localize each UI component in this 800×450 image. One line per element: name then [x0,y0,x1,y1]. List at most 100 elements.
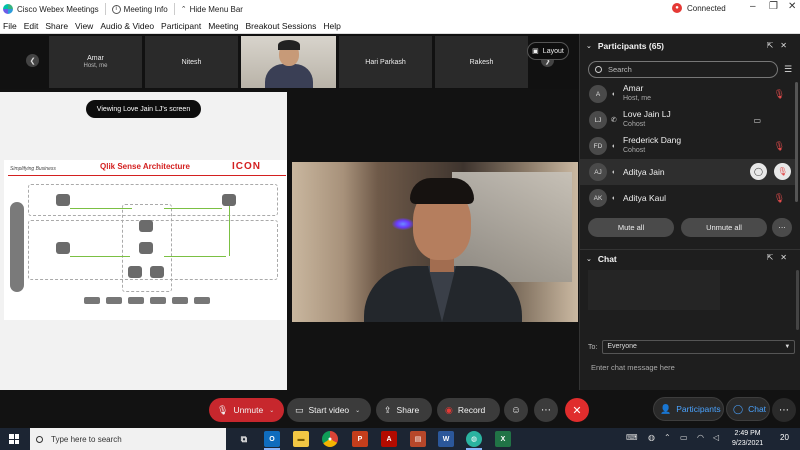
hide-menu-bar-button[interactable]: ⌃ Hide Menu Bar [181,5,243,14]
record-icon: ◉ [445,404,453,415]
reactions-button[interactable]: ☺ [504,398,528,422]
mute-all-button[interactable]: Mute all [588,218,674,237]
strip-prev-icon[interactable]: ❮ [26,54,39,67]
more-participant-options-button[interactable]: ⋯ [772,218,792,237]
chat-recipient-select[interactable]: Everyone ▼ [602,340,796,354]
muted-mic-icon[interactable]: 🎙 [774,141,785,152]
file-explorer-icon[interactable]: ▬ [293,431,309,447]
leave-meeting-button[interactable]: ✕ [565,398,589,422]
network-icon[interactable]: ▭ [680,433,688,442]
sort-filter-icon[interactable]: ☰ [784,64,792,75]
more-options-button[interactable]: ⋯ [534,398,558,422]
avatar: FD [589,137,607,155]
wifi-icon[interactable]: ◠ [697,433,704,442]
share-icon: ⇪ [384,404,392,415]
chat-popout-close-icons[interactable]: ⇱✕ [767,253,794,262]
video-tile-rakesh[interactable]: Rakesh [435,36,528,88]
layout-label: Layout [542,47,564,55]
taskbar-search-input[interactable]: Type here to search [30,428,226,450]
title-separator [173,3,175,15]
menu-file[interactable]: File [3,21,17,31]
participant-name: Love Jain LJ [623,109,671,119]
minimize-icon[interactable]: – [750,1,756,12]
layout-button[interactable]: ▣ Layout [527,42,569,60]
collapse-chat-icon[interactable]: ⌄ [586,255,592,263]
notification-center-icon[interactable]: 20 [780,433,789,442]
collapse-participants-icon[interactable]: ⌄ [586,42,592,50]
participant-row[interactable]: A ◖ Amar Host, me 🎙 [580,81,795,107]
word-icon[interactable]: W [438,431,454,447]
video-tile-camera-thumbnail[interactable] [241,36,336,88]
participants-popout-close-icons[interactable]: ⇱✕ [767,41,794,50]
avatar: AJ [589,163,607,181]
video-tile-amar[interactable]: Amar Host, me [49,36,142,88]
participant-role: Cohost [623,147,646,154]
maximize-icon[interactable]: ❐ [769,1,778,12]
chevron-down-icon[interactable]: ⌄ [355,407,360,414]
video-tile-nitesh[interactable]: Nitesh [145,36,238,88]
muted-mic-icon[interactable]: 🎙 [774,89,785,100]
menu-view[interactable]: View [75,21,93,31]
share-button[interactable]: ⇪ Share [376,398,432,422]
active-speaker-video[interactable] [292,162,578,322]
diagram-node-developer [222,194,236,206]
chat-scrollbar[interactable] [796,270,799,330]
acrobat-icon[interactable]: A [381,431,397,447]
menu-help[interactable]: Help [323,21,340,31]
chevron-up-icon[interactable]: ⌃ [664,433,671,442]
people-icon: 👤 [660,403,672,414]
menu-participant[interactable]: Participant [161,21,201,31]
participant-row[interactable]: LJ ✆ Love Jain LJ Cohost ▭ [580,107,795,133]
chat-message-input[interactable]: Enter chat message here [591,363,675,372]
menu-breakout-sessions[interactable]: Breakout Sessions [245,21,316,31]
unmute-all-button[interactable]: Unmute all [681,218,767,237]
clock-time: 2:49 PM [734,430,761,437]
task-view-icon[interactable]: ⧉ [236,431,252,447]
computer-audio-icon: ◖ [611,142,616,150]
chat-bubble-icon[interactable]: ◯ [750,163,767,180]
muted-mic-icon[interactable]: 🎙 [774,193,785,204]
participants-search-input[interactable]: Search [588,61,778,78]
chat-icon: ◯ [733,403,744,414]
webex-logo-icon [3,4,13,14]
webex-taskbar-icon[interactable]: ◍ [466,431,482,447]
unmute-button[interactable]: 🎙 Unmute ⌄ [209,398,284,422]
person-hair [278,40,300,50]
meeting-info-button[interactable]: i Meeting Info [111,4,168,14]
excel-icon[interactable]: X [495,431,511,447]
menu-audio-video[interactable]: Audio & Video [100,21,154,31]
menu-edit[interactable]: Edit [24,21,39,31]
diagram-connector [229,206,230,256]
webex-tray-icon[interactable]: ◍ [648,433,655,442]
windows-start-icon[interactable] [9,434,19,444]
menu-meeting[interactable]: Meeting [208,21,238,31]
taskbar-clock[interactable]: 2:49 PM 9/23/2021 [732,429,763,449]
participant-row[interactable]: FD ◖ Frederick Dang Cohost 🎙 [580,133,795,159]
record-button[interactable]: ◉ Record [437,398,500,422]
chat-panel-button[interactable]: ◯ Chat [726,397,770,421]
participant-row[interactable]: AK ◖ Aditya Kaul 🎙 [580,185,795,211]
participants-panel-button[interactable]: 👤 Participants [653,397,724,421]
powerpoint-file-icon[interactable]: ▤ [410,431,426,447]
more-panels-button[interactable]: ⋯ [772,398,796,422]
powerpoint-icon[interactable]: P [352,431,368,447]
meeting-info-label: Meeting Info [123,4,168,14]
chevron-down-icon[interactable]: ⌄ [269,407,274,414]
person-body [265,64,313,88]
app-title-group: Cisco Webex Meetings [0,4,99,14]
close-window-icon[interactable]: ✕ [788,1,796,12]
video-tile-hari-parkash[interactable]: Hari Parkash [339,36,432,88]
muted-mic-icon[interactable]: 🎙 [774,163,791,180]
chrome-icon[interactable]: ● [322,431,338,447]
keyboard-icon[interactable]: ⌨ [626,433,638,442]
start-video-label: Start video [308,405,350,415]
slide-sidebar-graphic [10,202,24,292]
connection-status[interactable]: ● Connected [672,3,726,13]
outlook-icon[interactable]: O [264,431,280,447]
start-video-button[interactable]: ▭ Start video ⌄ [287,398,371,422]
participant-row[interactable]: AJ ◖ Aditya Jain ◯ 🎙 [580,159,795,185]
menu-share[interactable]: Share [45,21,68,31]
participant-role: Host, me [623,95,652,102]
participants-scrollbar[interactable] [795,82,798,202]
volume-icon[interactable]: ◁ [713,433,719,442]
